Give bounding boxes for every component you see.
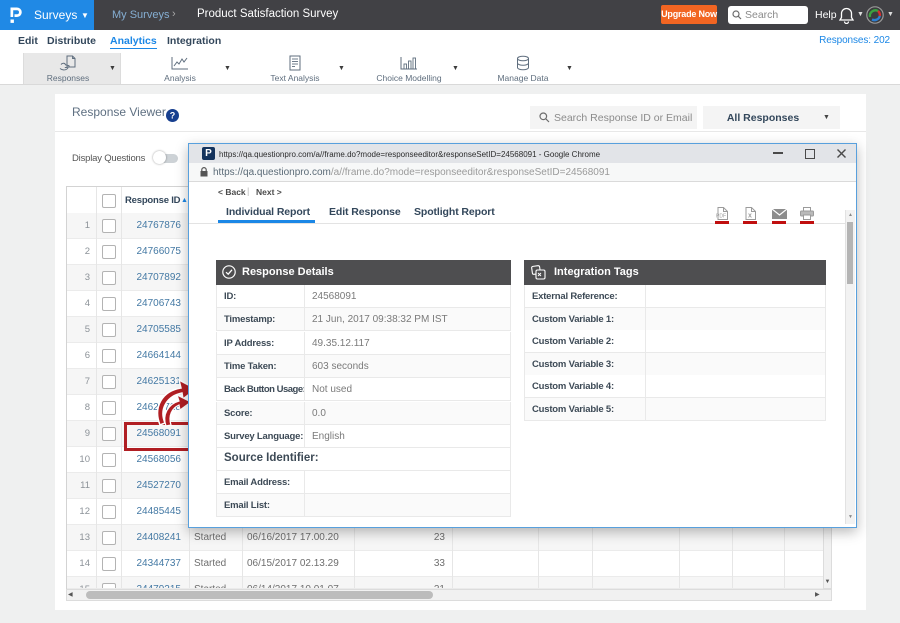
svg-text:PDF: PDF (716, 214, 726, 220)
svg-text:x: x (748, 213, 752, 220)
svg-text:?: ? (170, 111, 176, 121)
